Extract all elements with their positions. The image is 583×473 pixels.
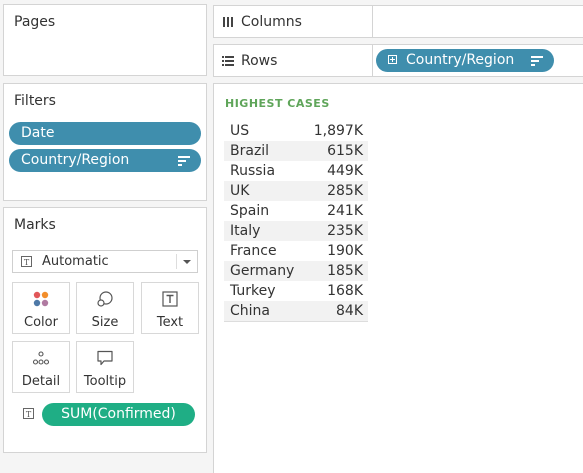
table-row[interactable]: France 190K (224, 241, 368, 261)
detail-icon (32, 351, 50, 365)
chevron-down-icon (183, 260, 191, 264)
filters-shelf[interactable]: Filters Date Country/Region (3, 83, 207, 201)
text-mark-icon: T (23, 408, 34, 419)
table-row[interactable]: Russia 449K (224, 161, 368, 181)
cases-cell: 168K (327, 283, 363, 299)
table-row[interactable]: China 84K (224, 301, 368, 322)
country-cell: Russia (230, 163, 276, 179)
marks-card: Marks T Automatic Color Size Text Detail… (3, 207, 207, 453)
country-cell: Turkey (230, 283, 276, 299)
table-row[interactable]: Germany 185K (224, 261, 368, 281)
country-cell: Italy (224, 221, 306, 241)
columns-label: Columns (241, 14, 302, 30)
rows-shelf[interactable]: Country/Region (372, 44, 583, 77)
pages-title: Pages (14, 14, 56, 30)
sum-confirmed-pill[interactable]: SUM(Confirmed) (42, 403, 195, 426)
size-label: Size (91, 315, 119, 330)
color-icon (33, 291, 49, 307)
rows-label: Rows (241, 53, 278, 69)
cases-cell: 84K (305, 301, 368, 322)
detail-label: Detail (21, 374, 61, 389)
columns-shelf[interactable] (372, 5, 583, 38)
country-cell: Spain (230, 203, 270, 219)
cases-cell: 615K (305, 141, 368, 161)
columns-icon (223, 17, 233, 27)
table-row[interactable]: Brazil 615K (224, 141, 368, 161)
expand-icon[interactable] (388, 55, 397, 64)
filter-pill-label: Date (21, 125, 55, 141)
filter-pill-label: Country/Region (21, 152, 130, 168)
tooltip-label: Tooltip (83, 374, 127, 389)
data-table: US 1,897K Brazil 615K Russia 449K UK 285K Spain 2… (224, 121, 368, 322)
country-cell: France (230, 243, 277, 259)
country-cell: China (224, 301, 306, 322)
tooltip-icon (97, 350, 113, 366)
sort-icon (178, 156, 190, 166)
text-label: Text (156, 315, 184, 330)
rows-shelf-label: Rows (213, 44, 373, 77)
country-cell: Brazil (224, 141, 306, 161)
cases-cell: 190K (327, 243, 363, 259)
country-cell: UK (224, 181, 306, 201)
table-row[interactable]: US 1,897K (224, 121, 368, 141)
cases-cell: 449K (327, 163, 363, 179)
text-button[interactable]: Text (141, 282, 199, 334)
filter-pill-country-region[interactable]: Country/Region (9, 149, 201, 172)
country-cell: US (230, 123, 250, 139)
table-row[interactable]: Italy 235K (224, 221, 368, 241)
table-row[interactable]: UK 285K (224, 181, 368, 201)
color-button[interactable]: Color (12, 282, 70, 334)
filters-title: Filters (14, 93, 56, 109)
sort-icon (531, 56, 543, 66)
dropdown-separator (176, 254, 177, 269)
tooltip-button[interactable]: Tooltip (76, 341, 134, 393)
cases-cell: 285K (305, 181, 368, 201)
cases-cell: 241K (327, 203, 363, 219)
view-title: HIGHEST CASES (225, 97, 330, 110)
columns-shelf-label: Columns (213, 5, 373, 38)
marks-title: Marks (14, 217, 56, 233)
rows-icon (222, 56, 234, 66)
size-icon (97, 291, 113, 307)
cases-cell: 185K (305, 261, 368, 281)
color-label: Color (24, 315, 58, 330)
text-mark-icon: T (21, 256, 32, 267)
size-button[interactable]: Size (76, 282, 134, 334)
table-row[interactable]: Spain 241K (224, 201, 368, 221)
detail-button[interactable]: Detail (12, 341, 70, 393)
cases-cell: 235K (305, 221, 368, 241)
mark-type-dropdown[interactable]: T Automatic (12, 250, 198, 273)
rows-pill-label: Country/Region (406, 52, 515, 68)
cases-cell: 1,897K (313, 123, 363, 139)
text-icon (162, 291, 178, 307)
table-body: US 1,897K Brazil 615K Russia 449K UK 285K Spain 2… (224, 121, 368, 322)
table-row[interactable]: Turkey 168K (224, 281, 368, 301)
rows-pill-country-region[interactable]: Country/Region (376, 49, 554, 72)
country-cell: Germany (224, 261, 306, 281)
mark-type-label: Automatic (42, 254, 109, 269)
pages-shelf[interactable]: Pages (3, 4, 207, 76)
filter-pill-date[interactable]: Date (9, 122, 201, 145)
worksheet-view: HIGHEST CASES US 1,897K Brazil 615K Russia 44… (213, 83, 583, 473)
